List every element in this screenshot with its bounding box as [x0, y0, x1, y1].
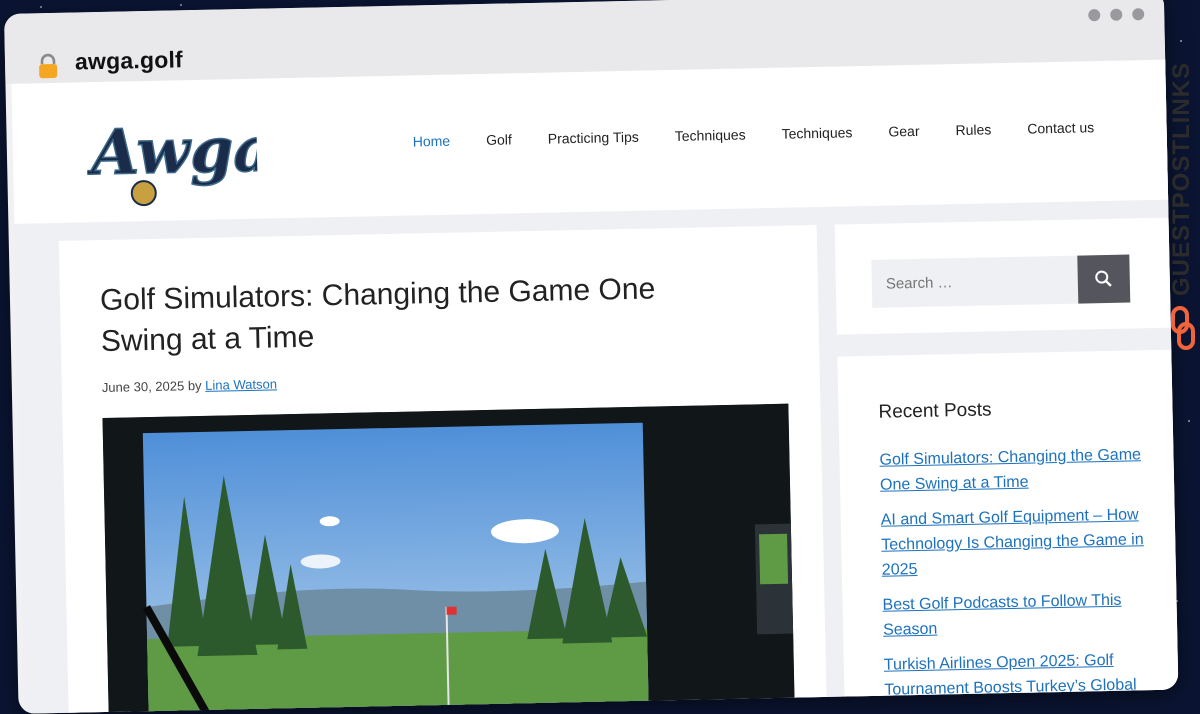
list-item: Golf Simulators: Changing the Game One S…: [879, 442, 1148, 498]
nav-home[interactable]: Home: [413, 133, 451, 150]
recent-posts-list: Golf Simulators: Changing the Game One S…: [879, 442, 1152, 713]
link-chain-icon: [1171, 306, 1195, 350]
recent-post-link[interactable]: Best Golf Podcasts to Follow This Season: [882, 592, 1121, 639]
nav-techniques[interactable]: Techniques: [675, 126, 746, 143]
recent-posts-widget: Recent Posts Golf Simulators: Changing t…: [837, 349, 1179, 714]
nav-practicing-tips[interactable]: Practicing Tips: [548, 129, 639, 147]
article-card: Golf Simulators: Changing the Game One S…: [58, 225, 828, 714]
main-nav: Home Golf Practicing Tips Techniques Tec…: [413, 119, 1095, 149]
logo-text: Awga: [86, 112, 258, 189]
search-icon: [1095, 270, 1112, 287]
post-date: June 30, 2025: [101, 378, 185, 396]
window-control-dot[interactable]: [1110, 8, 1123, 21]
site-header: Awga Home Golf Practicing Tips Technique…: [11, 59, 1175, 224]
post-meta: June 30, 2025 by Lina Watson: [102, 376, 277, 395]
recent-post-link[interactable]: Turkish Airlines Open 2025: Golf Tournam…: [884, 652, 1137, 699]
search-widget: [834, 217, 1171, 335]
browser-window: awga.golf Awga Home Golf Practicing Tips…: [4, 0, 1179, 714]
list-item: AI and Smart Golf Equipment – How Techno…: [881, 502, 1151, 583]
recent-post-link[interactable]: AI and Smart Golf Equipment – How Techno…: [881, 506, 1144, 578]
list-item: Best Golf Podcasts to Follow This Season: [882, 587, 1151, 643]
nav-techniques-2[interactable]: Techniques: [781, 124, 852, 141]
list-item: Turkish Airlines Open 2025: Golf Tournam…: [884, 647, 1153, 703]
window-control-dot[interactable]: [1132, 8, 1145, 21]
featured-image[interactable]: [102, 403, 796, 714]
search-input[interactable]: [871, 255, 1079, 308]
address-bar-url[interactable]: awga.golf: [75, 46, 183, 75]
search-button[interactable]: [1077, 254, 1131, 304]
site-logo[interactable]: Awga: [86, 101, 258, 215]
post-title[interactable]: Golf Simulators: Changing the Game One S…: [100, 267, 742, 362]
window-controls: [1088, 8, 1145, 22]
nav-gear[interactable]: Gear: [888, 123, 919, 140]
post-author-link[interactable]: Lina Watson: [205, 376, 277, 393]
watermark-text: GUESTPOSTLINKS: [1168, 61, 1195, 296]
page-viewport: Awga Home Golf Practicing Tips Technique…: [11, 59, 1179, 714]
lock-icon: [39, 53, 58, 79]
post-by: by: [187, 377, 202, 394]
nav-golf[interactable]: Golf: [486, 131, 512, 148]
window-control-dot[interactable]: [1088, 9, 1101, 22]
nav-rules[interactable]: Rules: [955, 121, 991, 138]
recent-post-link[interactable]: Golf Simulators: Changing the Game One S…: [879, 446, 1141, 493]
nav-contact-us[interactable]: Contact us: [1027, 119, 1094, 136]
golf-ball-icon: [130, 180, 157, 207]
recent-posts-heading: Recent Posts: [878, 399, 992, 423]
